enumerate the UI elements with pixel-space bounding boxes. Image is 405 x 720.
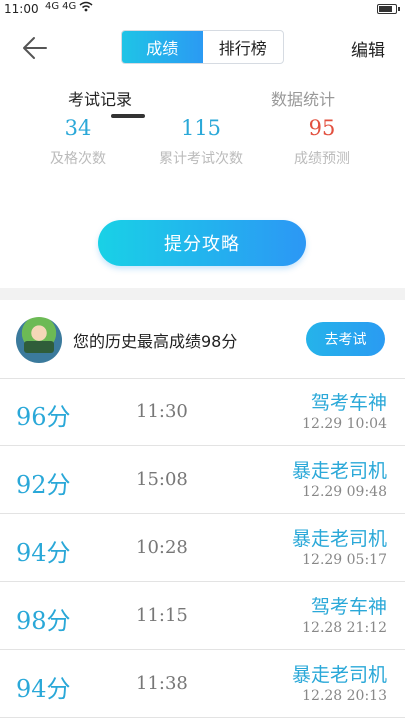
best-score-text: 您的历史最高成绩98分 [73, 332, 238, 351]
stat-value: 95 [308, 116, 336, 140]
record-date: 12.29 09:48 [302, 484, 387, 500]
segment-control: 成绩 排行榜 [121, 30, 284, 64]
stat-total: 115 累计考试次数 [141, 116, 261, 168]
stat-value: 34 [64, 116, 92, 140]
list-item[interactable]: 94分 11:38 暴走老司机 12.28 20:13 [0, 650, 405, 718]
record-score: 94分 [16, 675, 71, 703]
record-rank: 暴走老司机 [291, 528, 387, 550]
segment-tab-ranking[interactable]: 排行榜 [203, 31, 284, 63]
list-item[interactable]: 92分 15:08 暴走老司机 12.29 09:48 [0, 446, 405, 514]
tab-exam-records[interactable]: 考试记录 [68, 86, 132, 110]
record-date: 12.29 05:17 [302, 552, 387, 568]
list-item[interactable]: 94分 10:28 暴走老司机 12.29 05:17 [0, 514, 405, 582]
stat-label: 累计考试次数 [159, 151, 243, 167]
avatar[interactable] [16, 317, 62, 363]
nav-bar: 成绩 排行榜 编辑 [0, 28, 405, 68]
status-time: 11:00 [4, 2, 39, 16]
signal-icon-1: 4G [45, 1, 60, 12]
record-rank: 驾考车神 [310, 392, 387, 414]
signal-icons: 4G 4G [45, 1, 93, 12]
record-score: 96分 [16, 403, 71, 431]
records-list: 96分 11:30 驾考车神 12.29 10:04 92分 15:08 暴走老… [0, 378, 405, 718]
back-arrow-icon[interactable] [20, 34, 50, 62]
record-duration: 15:08 [136, 469, 188, 490]
edit-button[interactable]: 编辑 [351, 36, 385, 61]
record-score: 98分 [16, 607, 71, 635]
battery-icon [377, 4, 400, 14]
record-duration: 11:38 [136, 673, 188, 694]
record-rank: 暴走老司机 [291, 460, 387, 482]
stat-passed: 34 及格次数 [18, 116, 138, 168]
stat-label: 及格次数 [50, 151, 106, 167]
stats-row: 34 及格次数 115 累计考试次数 95 成绩预测 [0, 116, 405, 186]
wifi-icon [79, 1, 93, 12]
list-item[interactable]: 96分 11:30 驾考车神 12.29 10:04 [0, 378, 405, 446]
record-rank: 暴走老司机 [291, 664, 387, 686]
signal-icon-2: 4G [62, 1, 77, 12]
segment-tab-scores[interactable]: 成绩 [122, 31, 203, 63]
stat-value: 115 [180, 116, 222, 140]
record-score: 94分 [16, 539, 71, 567]
record-date: 12.28 21:12 [302, 620, 387, 636]
go-exam-button[interactable]: 去考试 [306, 322, 385, 356]
section-divider [0, 288, 405, 300]
list-item[interactable]: 98分 11:15 驾考车神 12.28 21:12 [0, 582, 405, 650]
record-duration: 11:15 [136, 605, 188, 626]
status-bar: 11:00 4G 4G [0, 0, 405, 20]
record-duration: 11:30 [136, 401, 188, 422]
record-rank: 驾考车神 [310, 596, 387, 618]
record-date: 12.29 10:04 [302, 416, 387, 432]
record-date: 12.28 20:13 [302, 688, 387, 704]
sub-tabs: 考试记录 数据统计 [0, 78, 405, 118]
tab-data-stats[interactable]: 数据统计 [271, 86, 335, 110]
improve-tips-button[interactable]: 提分攻略 [98, 220, 306, 266]
record-duration: 10:28 [136, 537, 188, 558]
record-score: 92分 [16, 471, 71, 499]
stat-label: 成绩预测 [294, 151, 350, 167]
stat-prediction: 95 成绩预测 [262, 116, 382, 168]
